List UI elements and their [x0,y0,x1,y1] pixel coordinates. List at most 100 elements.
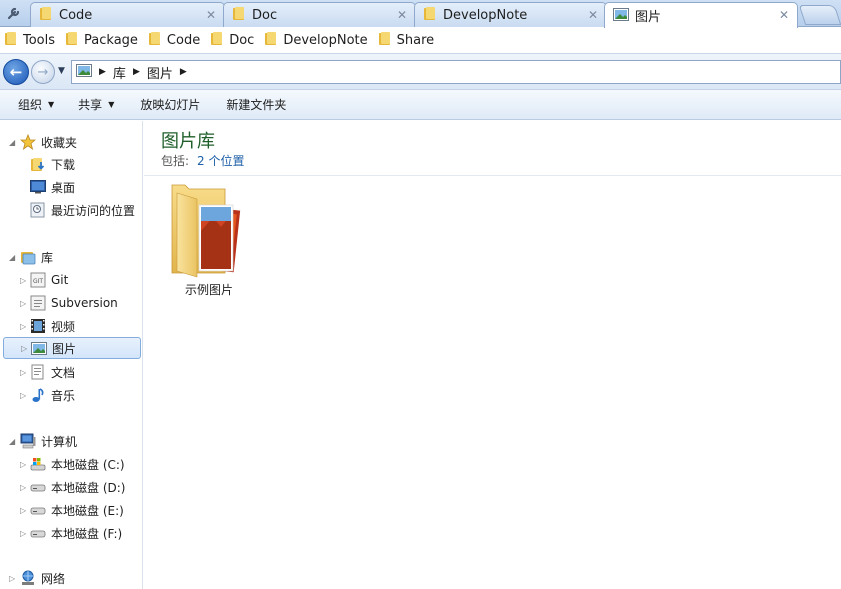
nav-downloads[interactable]: 下载 [0,153,142,175]
collapsed-arrow-icon[interactable]: ▷ [20,529,26,538]
folder-icon [232,6,246,24]
bookmark-developnote[interactable]: DevelopNote [264,31,368,49]
collapsed-arrow-icon[interactable]: ▷ [20,322,26,331]
slideshow-button[interactable]: 放映幻灯片 [140,96,200,113]
back-button[interactable]: ← [3,59,29,85]
pictures-library-icon [613,7,629,24]
star-icon [20,134,36,150]
nav-label: 本地磁盘 (C:) [51,457,125,472]
hard-drive-icon [30,525,46,541]
nav-favorites[interactable]: ◢ 收藏夹 [0,131,142,153]
nav-videos[interactable]: ▷ 视频 [0,315,142,337]
bookmark-label: Package [84,32,138,48]
nav-drive-d[interactable]: ▷ 本地磁盘 (D:) [0,476,142,498]
bookmark-share[interactable]: Share [378,31,434,49]
close-icon[interactable]: ✕ [779,8,789,22]
nav-documents[interactable]: ▷ 文档 [0,361,142,383]
subversion-library-icon [30,295,46,311]
network-icon [20,570,36,586]
collapsed-arrow-icon[interactable]: ▷ [20,391,26,400]
folder-icon [378,31,392,49]
breadcrumb-separator[interactable]: ▶ [180,67,187,77]
tab-pictures[interactable]: 图片 ✕ [604,2,798,28]
bookmark-doc[interactable]: Doc [210,31,254,49]
collapsed-arrow-icon[interactable]: ▷ [20,483,26,492]
collapsed-arrow-icon[interactable]: ▷ [20,276,26,285]
collapsed-arrow-icon[interactable]: ▷ [20,299,26,308]
nav-libraries[interactable]: ◢ 库 [0,246,142,268]
hard-drive-icon [30,502,46,518]
new-tab-button[interactable] [798,5,841,25]
address-bar[interactable]: ▶ 库 ▶ 图片 ▶ [71,60,841,84]
collapsed-arrow-icon[interactable]: ▷ [9,574,15,583]
tab-label: Code [59,7,93,23]
nav-label: 图片 [52,341,77,356]
collapsed-arrow-icon[interactable]: ▷ [20,506,26,515]
nav-subversion[interactable]: ▷ Subversion [0,292,142,314]
libraries-icon [20,249,36,265]
library-title: 图片库 [161,131,215,152]
dropdown-caret-icon: ▼ [48,100,55,109]
nav-label: 本地磁盘 (D:) [51,480,126,495]
bookmark-code[interactable]: Code [148,31,200,49]
nav-label: 视频 [51,319,76,334]
nav-drive-e[interactable]: ▷ 本地磁盘 (E:) [0,499,142,521]
nav-drive-f[interactable]: ▷ 本地磁盘 (F:) [0,522,142,544]
recent-pages-dropdown[interactable]: ▼ [58,66,65,76]
nav-label: 最近访问的位置 [51,203,136,218]
tab-developnote[interactable]: DevelopNote ✕ [414,2,607,27]
collapsed-arrow-icon[interactable]: ▷ [20,460,26,469]
nav-recent-places[interactable]: 最近访问的位置 [0,199,142,221]
command-bar: 组织 ▼ 共享 ▼ 放映幻灯片 新建文件夹 [0,89,841,120]
bookmark-package[interactable]: Package [65,31,138,49]
system-drive-icon [30,456,46,472]
collapsed-arrow-icon[interactable]: ▷ [21,344,27,353]
dropdown-caret-icon: ▼ [108,100,115,109]
folder-icon [148,31,162,49]
hard-drive-icon [30,479,46,495]
expanded-arrow-icon[interactable]: ◢ [9,253,15,262]
share-button[interactable]: 共享 ▼ [78,96,114,113]
folder-icon [423,6,437,24]
close-icon[interactable]: ✕ [206,8,216,22]
breadcrumb-libraries[interactable]: 库 [113,63,126,82]
includes-label: 包括: [161,154,190,168]
folder-item[interactable]: 示例图片 [169,181,249,301]
tab-doc[interactable]: Doc ✕ [223,2,416,27]
nav-music[interactable]: ▷ 音乐 [0,384,142,406]
bookmark-label: Doc [229,32,255,48]
organize-label: 组织 [18,98,43,112]
organize-button[interactable]: 组织 ▼ [18,96,54,113]
nav-label: 网络 [41,571,66,586]
bookmark-label: Code [166,32,201,48]
arrow-right-icon: → [37,64,49,80]
breadcrumb-pictures[interactable]: 图片 [147,63,173,82]
nav-network[interactable]: ▷ 网络 [0,567,142,589]
locations-link[interactable]: 2 个位置 [197,154,244,168]
documents-library-icon [30,364,46,380]
breadcrumb-separator[interactable]: ▶ [99,67,106,77]
folder-label: 示例图片 [184,283,233,297]
expanded-arrow-icon[interactable]: ◢ [9,138,15,147]
forward-button[interactable]: → [31,60,55,84]
nav-git[interactable]: ▷ GIT Git [0,269,142,291]
nav-desktop[interactable]: 桌面 [0,176,142,198]
new-folder-label: 新建文件夹 [226,98,287,112]
slideshow-label: 放映幻灯片 [140,98,201,112]
bookmark-tools[interactable]: Tools [4,31,55,49]
breadcrumb-separator[interactable]: ▶ [133,67,140,77]
close-icon[interactable]: ✕ [588,8,598,22]
nav-computer[interactable]: ◢ 计算机 [0,430,142,452]
tab-code[interactable]: Code ✕ [30,2,225,27]
close-icon[interactable]: ✕ [397,8,407,22]
bookmarks-bar: Tools Package Code Doc DevelopNote Share [0,27,841,53]
collapsed-arrow-icon[interactable]: ▷ [20,368,26,377]
nav-drive-c[interactable]: ▷ 本地磁盘 (C:) [0,453,142,475]
expanded-arrow-icon[interactable]: ◢ [9,437,15,446]
git-library-icon: GIT [30,272,46,288]
new-folder-button[interactable]: 新建文件夹 [226,96,286,113]
nav-label: Git [51,273,69,287]
tools-menu-icon[interactable] [0,0,28,26]
nav-pictures[interactable]: ▷ 图片 [3,337,141,359]
header-divider [144,175,841,176]
